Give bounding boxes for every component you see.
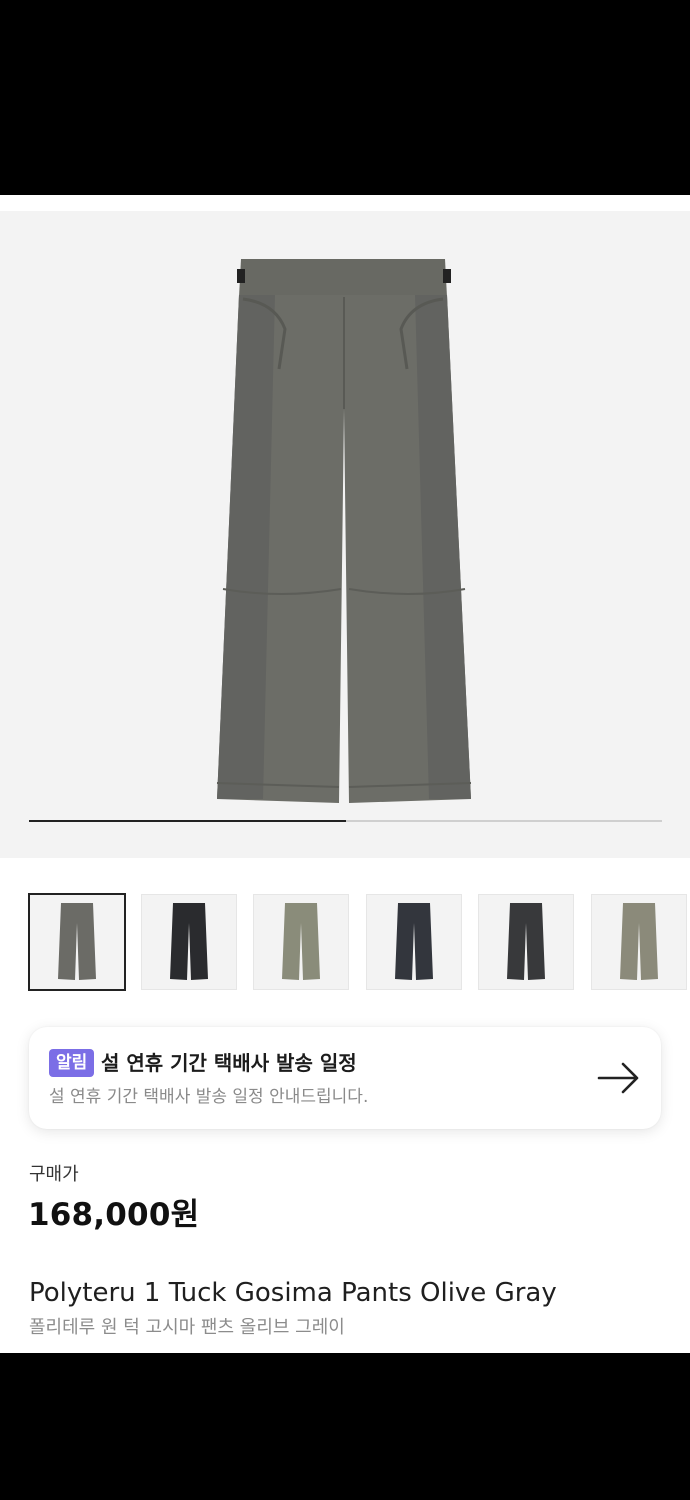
notice-banner[interactable]: 알림 설 연휴 기간 택배사 발송 일정 설 연휴 기간 택배사 발송 일정 안… — [29, 1027, 661, 1129]
thumbnail-item[interactable] — [590, 894, 687, 990]
notice-badge: 알림 — [49, 1049, 95, 1077]
product-name-ko: 폴리테루 원 턱 고시마 팬츠 올리브 그레이 — [29, 1317, 345, 1338]
product-image-gallery[interactable] — [0, 211, 690, 858]
thumbnail-strip — [28, 893, 690, 992]
notice-subtitle: 설 연휴 기간 택배사 발송 일정 안내드립니다. — [49, 1087, 369, 1107]
pants-thumbnail-black — [169, 903, 208, 980]
pants-thumbnail-beige-gray — [619, 903, 658, 980]
pants-product-photo — [216, 259, 472, 803]
notice-title: 설 연휴 기간 택배사 발송 일정 — [101, 1051, 357, 1075]
product-detail-screen: 알림 설 연휴 기간 택배사 발송 일정 설 연휴 기간 택배사 발송 일정 안… — [0, 195, 690, 1353]
gallery-progress-bar — [29, 820, 662, 822]
thumbnail-item[interactable] — [140, 894, 237, 990]
pants-thumbnail-olive-gray — [58, 903, 96, 980]
pants-thumbnail-charcoal — [507, 903, 545, 980]
thumbnail-item[interactable] — [365, 894, 462, 990]
gallery-progress-fill — [29, 820, 346, 822]
price-label: 구매가 — [29, 1164, 79, 1185]
thumbnail-item[interactable] — [28, 893, 126, 991]
pants-thumbnail-khaki — [282, 903, 320, 980]
arrow-right-icon[interactable] — [597, 1062, 641, 1094]
thumbnail-item[interactable] — [478, 894, 574, 990]
thumbnail-item[interactable] — [253, 894, 349, 990]
price-value: 168,000원 — [28, 1197, 200, 1233]
pants-thumbnail-navy — [394, 903, 433, 980]
product-name-en: Polyteru 1 Tuck Gosima Pants Olive Gray — [29, 1278, 557, 1308]
